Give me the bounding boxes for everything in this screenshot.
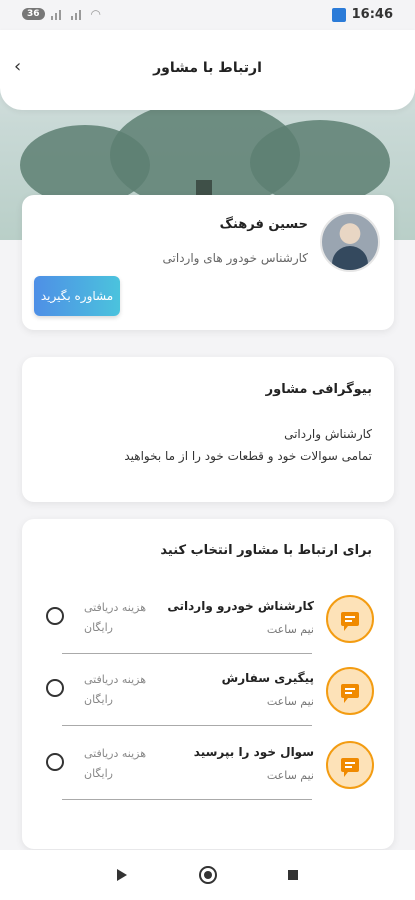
option-name: پیگیری سفارش — [221, 671, 314, 685]
app-header: ‹ ارتباط با مشاور — [0, 30, 415, 110]
page-title: ارتباط با مشاور — [153, 60, 262, 76]
bio-text-line: تمامی سوالات خود و قطعات خود را از ما بخ… — [124, 449, 372, 463]
option-radio[interactable] — [46, 753, 64, 771]
app-notification-icon — [331, 7, 346, 22]
option-cost-label: هزینه دریافتی — [84, 673, 147, 686]
option-name: کارشناش خودرو وارداتی — [167, 599, 314, 613]
option-cost-value: رایگان — [84, 621, 113, 634]
bio-card: بیوگرافی مشاور کارشناش وارداتی تمامی سوا… — [22, 357, 394, 502]
option-duration: نیم ساعت — [266, 695, 314, 708]
option-radio[interactable] — [46, 679, 64, 697]
options-title: برای ارتباط با مشاور انتخاب کنید — [160, 543, 372, 558]
avatar — [320, 212, 380, 272]
option-radio[interactable] — [46, 607, 64, 625]
nav-home-icon[interactable] — [199, 866, 217, 884]
divider — [62, 799, 312, 800]
divider — [62, 725, 312, 726]
divider — [62, 653, 312, 654]
bio-title: بیوگرافی مشاور — [265, 382, 372, 397]
option-item[interactable]: سوال خود را بپرسید نیم ساعت هزینه دریافت… — [22, 739, 394, 819]
chat-icon — [326, 667, 374, 715]
option-name: سوال خود را بپرسید — [193, 745, 314, 759]
system-nav-bar — [0, 850, 415, 900]
signal-icon-2 — [70, 8, 85, 20]
advisor-card: حسین فرهنگ کارشناس خودور های وارداتی مشا… — [22, 195, 394, 330]
option-item[interactable]: کارشناش خودرو وارداتی نیم ساعت هزینه دری… — [22, 593, 394, 673]
option-item[interactable]: پیگیری سفارش نیم ساعت هزینه دریافتی رایگ… — [22, 665, 394, 745]
wifi-icon: ◠ — [90, 7, 102, 21]
advisor-role: کارشناس خودور های وارداتی — [162, 251, 308, 265]
chat-icon — [326, 741, 374, 789]
clock: 16:46 — [351, 7, 393, 22]
consultation-options-card: برای ارتباط با مشاور انتخاب کنید کارشناش… — [22, 519, 394, 849]
nav-recent-apps-icon[interactable] — [288, 870, 298, 880]
status-bar: 36 ◠ 16:46 — [0, 0, 415, 30]
signal-icon — [50, 8, 65, 20]
option-cost-value: رایگان — [84, 693, 113, 706]
option-duration: نیم ساعت — [266, 623, 314, 636]
option-cost-label: هزینه دریافتی — [84, 601, 147, 614]
advisor-name: حسین فرهنگ — [219, 217, 308, 232]
option-cost-label: هزینه دریافتی — [84, 747, 147, 760]
nav-back-icon[interactable] — [117, 869, 127, 881]
option-duration: نیم ساعت — [266, 769, 314, 782]
bio-text-line: کارشناش وارداتی — [284, 427, 372, 441]
option-cost-value: رایگان — [84, 767, 113, 780]
chat-icon — [326, 595, 374, 643]
battery-badge: 36 — [22, 8, 45, 20]
consult-button[interactable]: مشاوره بگیرید — [34, 276, 120, 316]
